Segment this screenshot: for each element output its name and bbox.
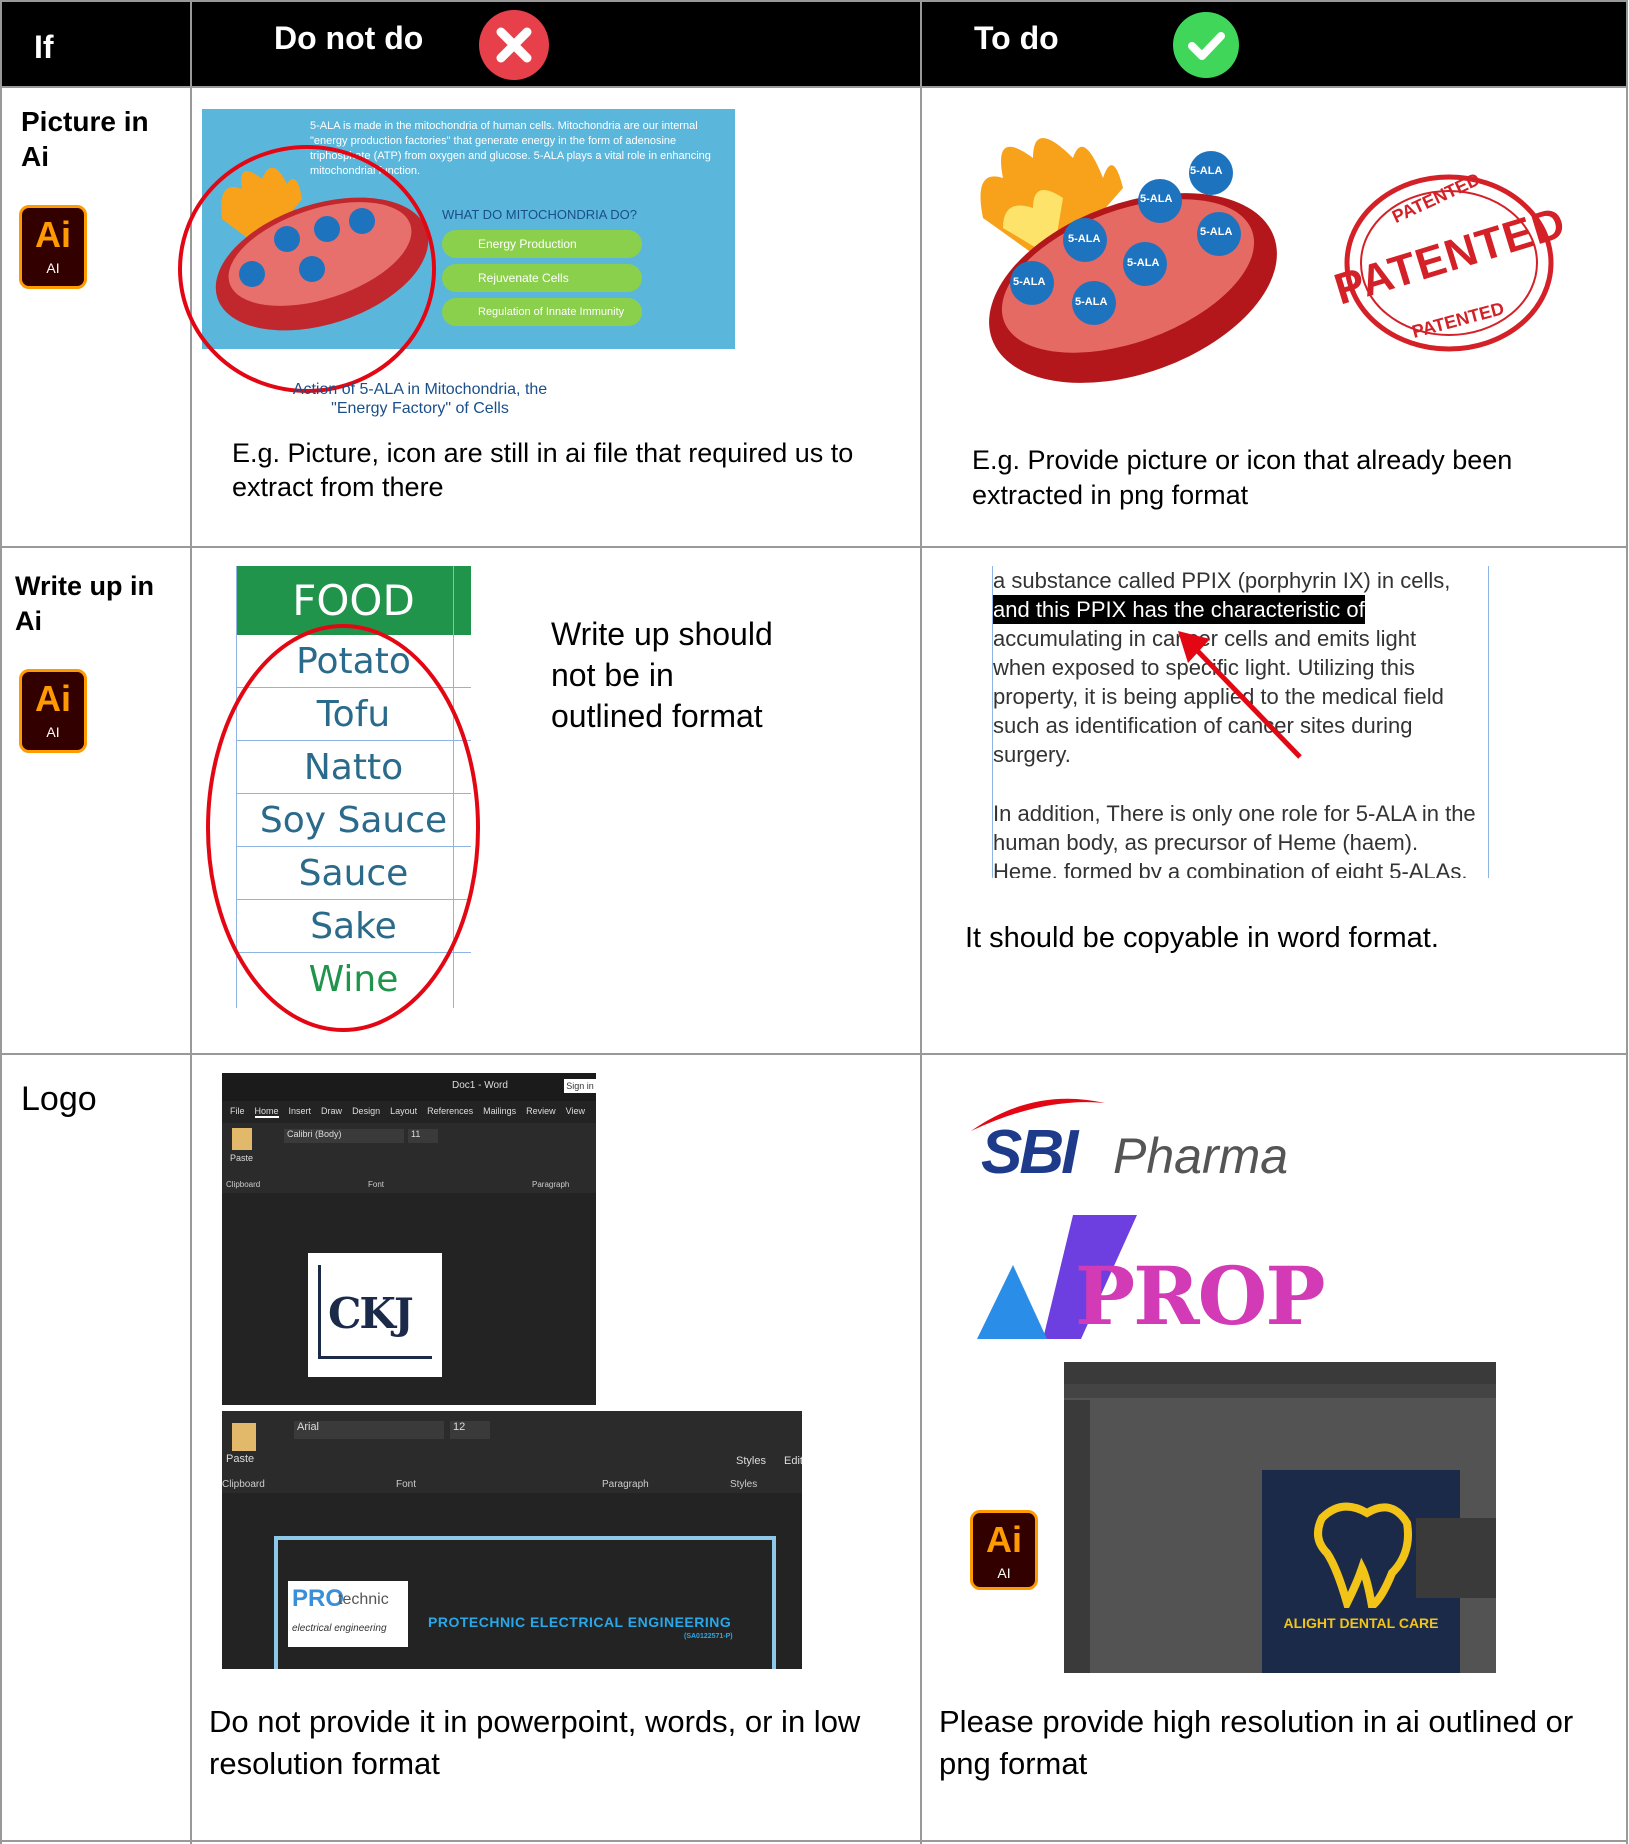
row-label-picture-in-ai: Picture in Ai (21, 106, 149, 172)
word-window-1: Doc1 - Word Sign in File Home Insert Dra… (222, 1073, 596, 1405)
sign-in-button[interactable]: Sign in (564, 1079, 596, 1093)
red-circle-mark (178, 145, 436, 393)
word-title-bar: Doc1 - Word Sign in (222, 1073, 596, 1101)
tab-draw[interactable]: Draw (321, 1106, 342, 1118)
paste-icon[interactable] (232, 1423, 256, 1451)
tab-home[interactable]: Home (254, 1106, 279, 1118)
tab-view[interactable]: View (566, 1106, 585, 1118)
illustrator-icon: Ai AI (19, 669, 87, 753)
tab-insert[interactable]: Insert (289, 1106, 312, 1118)
tab-design[interactable]: Design (352, 1106, 380, 1118)
tab-mailings[interactable]: Mailings (483, 1106, 516, 1118)
doc-line: In addition, There is only one role for … (993, 801, 1476, 826)
grid-line (2, 1840, 1626, 1842)
grid-line (2, 546, 1626, 548)
protechnic-company-name: PROTECHNIC ELECTRICAL ENGINEERING (428, 1614, 732, 1630)
row2-dont-text: Write up should not be in outlined forma… (551, 616, 773, 734)
bubble-label: 5-ALA (1140, 193, 1173, 205)
row-label-write-up-in-ai: Write up in Ai (15, 571, 154, 636)
row3-do-text: Please provide high resolution in ai out… (939, 1704, 1574, 1781)
doc-line-selected: and this PPIX has the characteristic of (993, 595, 1365, 624)
word-window-2: Paste Arial 12 Styles Edit Clipboard Fon… (222, 1411, 802, 1669)
grid-line (2, 1053, 1626, 1055)
tab-review[interactable]: Review (526, 1106, 556, 1118)
table-header: If Do not do To do (2, 2, 1626, 86)
check-icon (1173, 12, 1239, 78)
font-name-select[interactable]: Arial (294, 1421, 444, 1439)
ckj-logo-text: CKJ (328, 1289, 414, 1338)
header-do-not-do: Do not do (274, 20, 424, 56)
illustrator-icon: Ai AI (19, 205, 87, 289)
header-to-do: To do (974, 20, 1059, 56)
mockup-question: WHAT DO MITOCHONDRIA DO? (442, 207, 638, 222)
header-if: If (34, 29, 54, 65)
mockup-caption: Action of 5-ALA in Mitochondria, the "En… (292, 381, 548, 417)
row-label-logo: Logo (21, 1080, 97, 1118)
ai-tab-bar (1064, 1384, 1496, 1398)
red-arrow-icon (1178, 631, 1302, 759)
tab-references[interactable]: References (427, 1106, 473, 1118)
ribbon: Paste Calibri (Body) 11 Clipboard Font P… (222, 1123, 596, 1193)
mockup-item-3: Regulation of Innate Immunity (442, 298, 642, 326)
font-name-select[interactable]: Calibri (Body) (284, 1129, 404, 1143)
ai-menu-bar (1064, 1362, 1496, 1384)
font-size-select[interactable]: 11 (408, 1129, 438, 1143)
grid-line (2, 0, 1626, 2)
doc-line: Heme, formed by a combination of eight 5… (993, 859, 1468, 878)
dental-logo-text: ALIGHT DENTAL CARE (1283, 1615, 1439, 1631)
patented-stamp: PATENTED PATENTED PATENTED (1329, 169, 1571, 356)
styles-button[interactable]: Styles (736, 1455, 766, 1467)
ai-layers-panel (1416, 1518, 1496, 1598)
row1-do-text: E.g. Provide picture or icon that alread… (972, 445, 1513, 510)
bubble-label: 5-ALA (1190, 165, 1223, 177)
illustrator-window: ALIGHT DENTAL CARE (1064, 1362, 1496, 1673)
doc-line: human body, as precursor of Heme (haem). (993, 830, 1419, 855)
bubble-label: 5-ALA (1200, 226, 1233, 238)
bubble-label: 5-ALA (1013, 276, 1046, 288)
doc-line: surgery. (993, 742, 1071, 767)
tab-file[interactable]: File (230, 1106, 245, 1118)
bubble-label: 5-ALA (1068, 233, 1101, 245)
bubble-label: 5-ALA (1075, 296, 1108, 308)
mockup-item-1: Energy Production (442, 230, 642, 258)
sbi-pharma-logo: SBI Pharma (963, 1093, 1323, 1193)
mitochondria-image (980, 138, 1277, 383)
font-size-select[interactable]: 12 (450, 1421, 490, 1439)
illustrator-icon: Ai AI (970, 1510, 1038, 1590)
row1-dont-text: E.g. Picture, icon are still in ai file … (232, 438, 854, 502)
ckj-logo-box: CKJ (308, 1253, 442, 1377)
ribbon: Paste Arial 12 Styles Edit Clipboard Fon… (222, 1411, 802, 1493)
x-icon (479, 10, 549, 80)
grid-line (2, 86, 1626, 88)
row2-do-text: It should be copyable in word format. (965, 922, 1439, 954)
mockup-item-2: Rejuvenate Cells (442, 264, 642, 292)
ribbon-tabs: File Home Insert Draw Design Layout Refe… (230, 1106, 585, 1118)
grid-line (920, 0, 922, 1844)
prop-logo: PROP (977, 1215, 1325, 1343)
edit-button[interactable]: Edit (784, 1455, 802, 1467)
ai-toolbar (1064, 1400, 1090, 1673)
paste-icon[interactable] (232, 1128, 252, 1150)
doc-line: a substance called PPIX (porphyrin IX) i… (993, 568, 1451, 593)
grid-line (1626, 0, 1628, 1844)
protechnic-logo-box: PRO technic electrical engineering (288, 1581, 408, 1647)
tab-layout[interactable]: Layout (390, 1106, 417, 1118)
row3-dont-text: Do not provide it in powerpoint, words, … (209, 1704, 861, 1781)
grid-line (0, 0, 2, 1844)
red-circle-mark (206, 624, 480, 1032)
bubble-label: 5-ALA (1127, 257, 1160, 269)
